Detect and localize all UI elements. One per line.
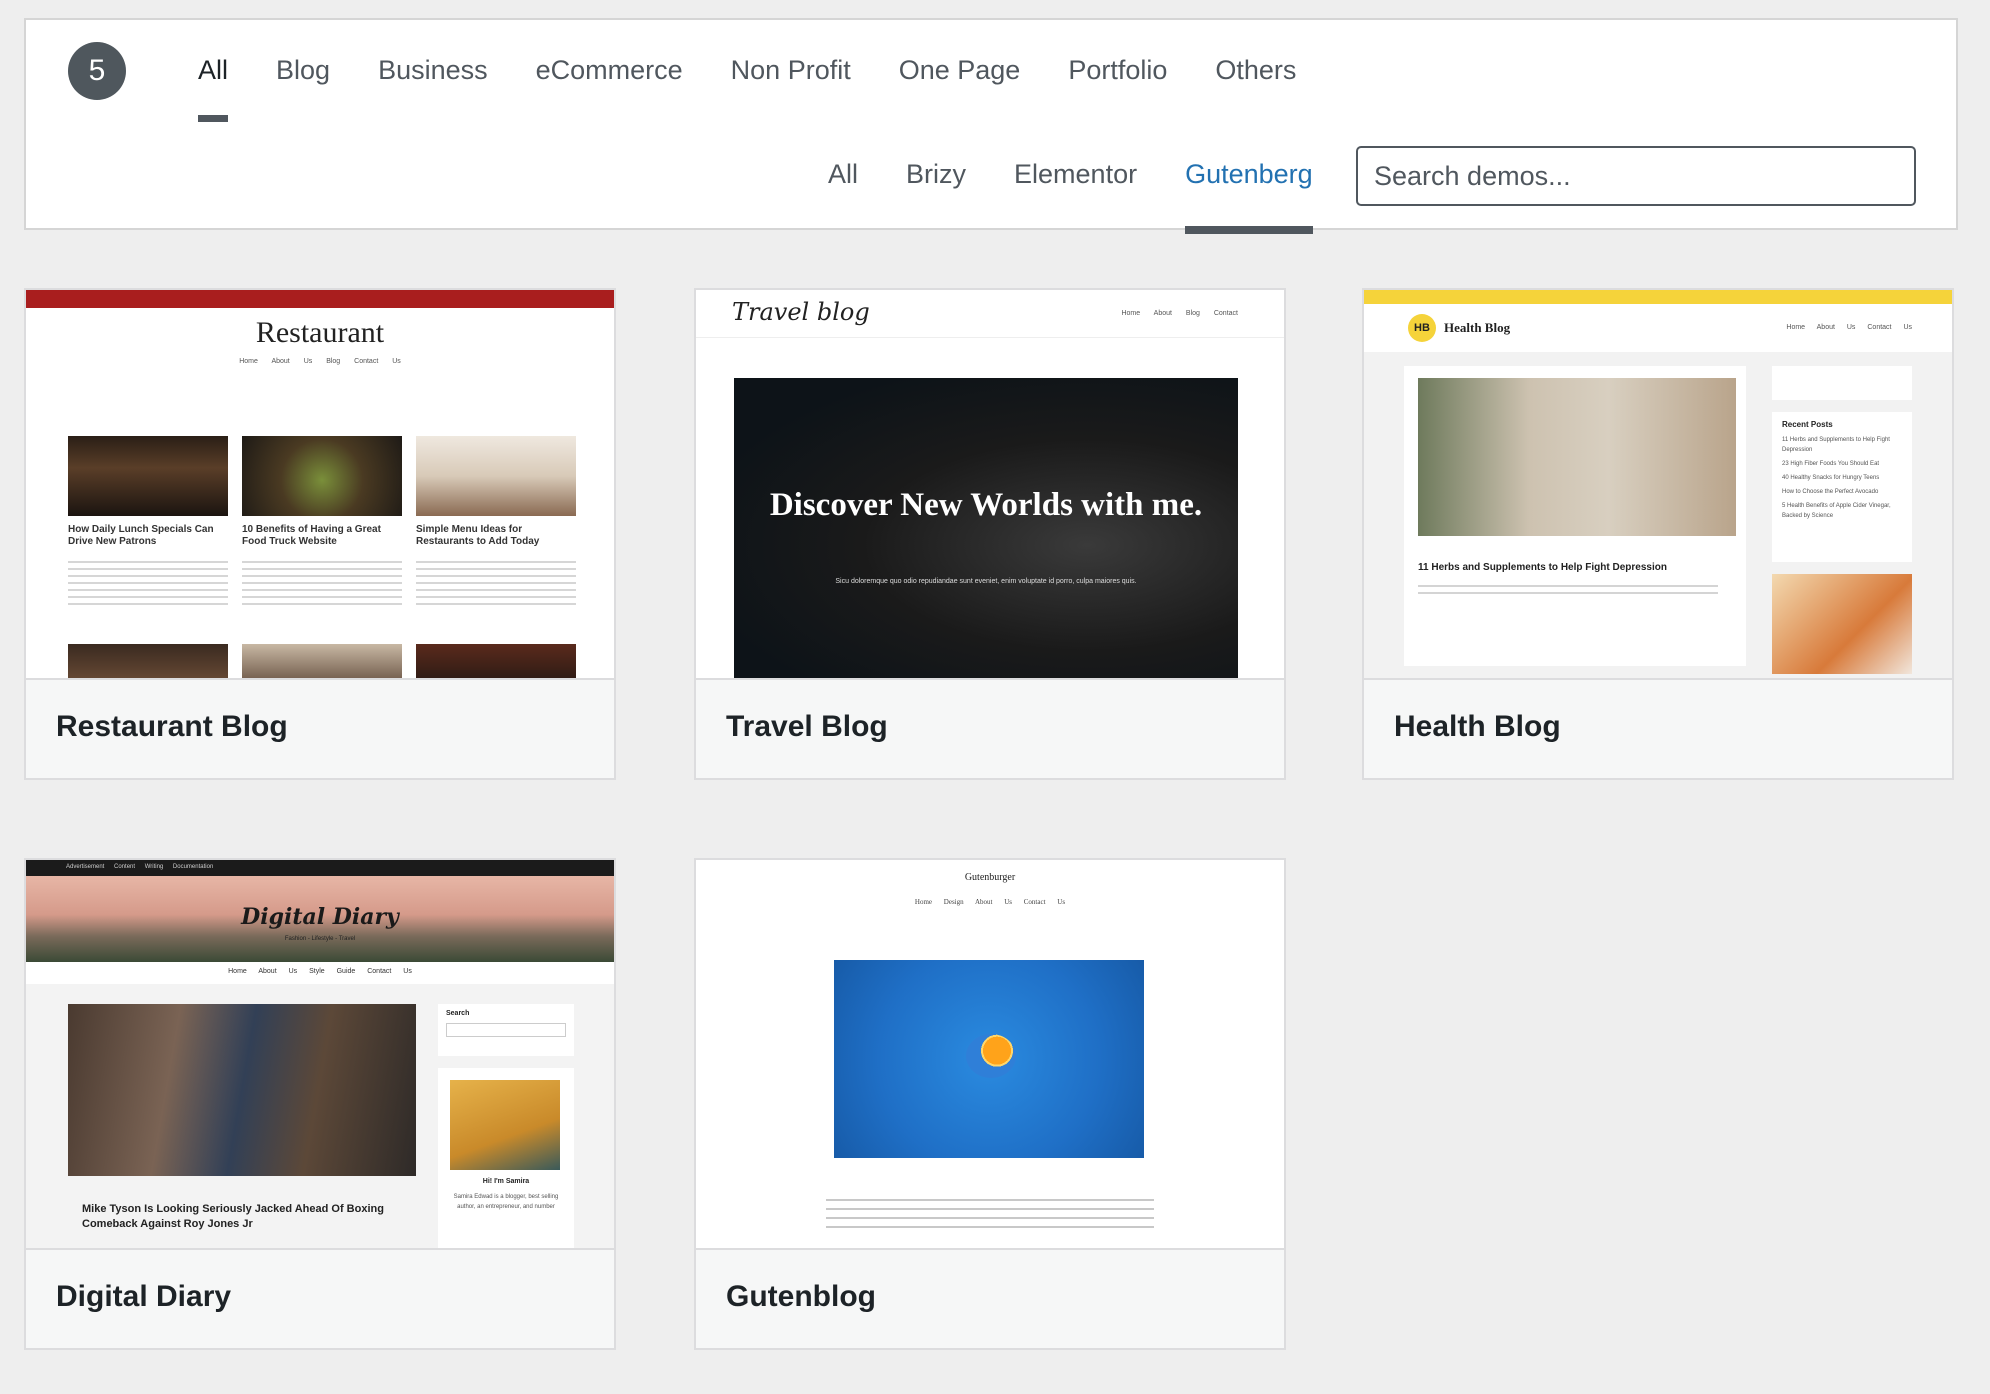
demo-title[interactable]: Restaurant Blog (56, 710, 288, 744)
thumbnail-nav: Home About Us Style Guide Contact Us (228, 968, 412, 975)
builder-tab-elementor[interactable]: Elementor (1014, 154, 1137, 194)
sidebar-search-field (446, 1023, 566, 1037)
demo-title[interactable]: Gutenblog (726, 1280, 876, 1314)
tab-one-page[interactable]: One Page (899, 50, 1021, 90)
tab-portfolio[interactable]: Portfolio (1068, 50, 1167, 90)
sidebar-item: How to Choose the Perfect Avocado (1782, 489, 1879, 495)
thumbnail-tagline: Fashion - Lifestyle - Travel (284, 936, 356, 942)
builder-tab-brizy[interactable]: Brizy (906, 154, 966, 194)
post-image (1418, 378, 1736, 536)
sidebar-recent-posts: Recent Posts 11 Herbs and Supplements to… (1772, 412, 1912, 562)
thumbnail-topbar-links: Advertisement Content Writing Documentat… (66, 864, 214, 870)
category-tabs: All Blog Business eCommerce Non Profit O… (198, 50, 1344, 122)
author-bio: Samira Edwad is a blogger, best selling … (453, 1194, 559, 1210)
tab-all[interactable]: All (198, 50, 229, 122)
builder-tabs: All Brizy Elementor Gutenberg (828, 154, 1361, 234)
post-image (68, 1004, 416, 1176)
post-image (834, 960, 1144, 1158)
demo-thumbnail[interactable]: Gutenburger Home Design About Us Contact… (696, 860, 1284, 1250)
sidebar-item: 23 High Fiber Foods You Should Eat (1782, 461, 1880, 467)
post-title: Simple Menu Ideas for Restaurants to Add… (416, 524, 540, 547)
demo-thumbnail[interactable]: Restaurant Home About Us Blog Contact Us… (26, 290, 614, 680)
demo-card-gutenblog[interactable]: Gutenburger Home Design About Us Contact… (694, 858, 1286, 1350)
author-name: Hi! I'm Samira (482, 1178, 530, 1185)
hero-image: Digital Diary Fashion - Lifestyle - Trav… (26, 876, 614, 962)
thumbnail-logo: Gutenburger (964, 872, 1016, 883)
demo-thumbnail[interactable]: Advertisement Content Writing Documentat… (26, 860, 614, 1250)
sidebar-item: 11 Herbs and Supplements to Help Fight D… (1782, 437, 1890, 453)
demo-count-badge: 5 (68, 42, 126, 100)
demo-filter-bar: 5 All Blog Business eCommerce Non Profit… (24, 18, 1958, 234)
tab-others[interactable]: Others (1215, 50, 1296, 90)
post-title: 10 Benefits of Having a Great Food Truck… (242, 524, 381, 547)
thumbnail-logo: Digital Diary (241, 904, 399, 930)
post-image (242, 644, 402, 678)
hero-title: Discover New Worlds with me. (769, 487, 1203, 523)
sidebar-search (1772, 366, 1912, 400)
post-excerpt (826, 1192, 1154, 1232)
post-excerpt (1418, 580, 1718, 596)
demo-card-digital-diary[interactable]: Advertisement Content Writing Documentat… (24, 858, 616, 1350)
thumbnail-header: Travel blog Home About Blog Contact (696, 290, 1284, 338)
builder-tab-all[interactable]: All (828, 154, 858, 194)
thumbnail-logo: Health Blog (1444, 320, 1511, 335)
featured-post: 11 Herbs and Supplements to Help Fight D… (1404, 366, 1746, 666)
tab-business[interactable]: Business (378, 50, 488, 90)
demo-card-health-blog[interactable]: HB Health Blog Home About Us Contact Us … (1362, 288, 1954, 780)
sidebar-item: 5 Health Benefits of Apple Cider Vinegar… (1782, 503, 1891, 519)
thumbnail-topbar: Advertisement Content Writing Documentat… (26, 860, 614, 876)
demo-title[interactable]: Digital Diary (56, 1280, 231, 1314)
orange-fruit-graphic (966, 1034, 1016, 1078)
thumbnail-logo-badge: HB (1408, 314, 1436, 342)
thumbnail-header: HB Health Blog Home About Us Contact Us (1364, 304, 1952, 352)
author-photo (450, 1080, 560, 1170)
tab-ecommerce[interactable]: eCommerce (536, 50, 683, 90)
sidebar-about: Hi! I'm Samira Samira Edwad is a blogger… (438, 1068, 574, 1248)
thumbnail-topbar (26, 290, 614, 308)
thumbnail-body: 11 Herbs and Supplements to Help Fight D… (1364, 352, 1952, 678)
sidebar-item: 40 Healthy Snacks for Hungry Teens (1782, 475, 1880, 481)
sidebar-heading: Search (446, 1010, 470, 1017)
demo-thumbnail[interactable]: Travel blog Home About Blog Contact Disc… (696, 290, 1284, 680)
demo-title[interactable]: Health Blog (1394, 710, 1561, 744)
hero-image: Discover New Worlds with me. Sicu dolore… (734, 378, 1238, 678)
post-title: Mike Tyson Is Looking Seriously Jacked A… (82, 1203, 384, 1230)
demo-card-restaurant-blog[interactable]: Restaurant Home About Us Blog Contact Us… (24, 288, 616, 780)
hero-subtitle: Sicu doloremque quo odio repudiandae sun… (835, 578, 1137, 585)
thumbnail-nav: Home About Us Blog Contact Us (239, 358, 401, 365)
sidebar-promo-image (1772, 574, 1912, 674)
post-image (242, 436, 402, 516)
demo-card-travel-blog[interactable]: Travel blog Home About Blog Contact Disc… (694, 288, 1286, 780)
demo-title[interactable]: Travel Blog (726, 710, 888, 744)
post-excerpt (68, 556, 228, 608)
demo-thumbnail[interactable]: HB Health Blog Home About Us Contact Us … (1364, 290, 1952, 680)
builder-tab-gutenberg[interactable]: Gutenberg (1185, 154, 1313, 234)
tab-non-profit[interactable]: Non Profit (731, 50, 851, 90)
sidebar-search: Search (438, 1004, 574, 1056)
thumbnail-nav: Home Design About Us Contact Us (914, 898, 1066, 906)
tab-blog[interactable]: Blog (276, 50, 330, 90)
post-image (68, 644, 228, 678)
search-demos-input[interactable] (1356, 146, 1916, 206)
sidebar-heading: Recent Posts (1782, 420, 1833, 429)
post-title: 11 Herbs and Supplements to Help Fight D… (1418, 562, 1667, 573)
post-excerpt (242, 556, 402, 608)
post-image (416, 644, 576, 678)
thumbnail-logo: Restaurant (255, 316, 385, 349)
thumbnail-topbar (1364, 290, 1952, 304)
thumbnail-nav: Home About Us Contact Us (1786, 324, 1912, 331)
post-excerpt (416, 556, 576, 608)
post-title: How Daily Lunch Specials Can Drive New P… (68, 524, 214, 547)
thumbnail-nav: Home About Blog Contact (1121, 310, 1238, 317)
post-image (68, 436, 228, 516)
post-image (416, 436, 576, 516)
thumbnail-body: Mike Tyson Is Looking Seriously Jacked A… (26, 984, 614, 1248)
thumbnail-logo: Travel blog (732, 298, 870, 326)
